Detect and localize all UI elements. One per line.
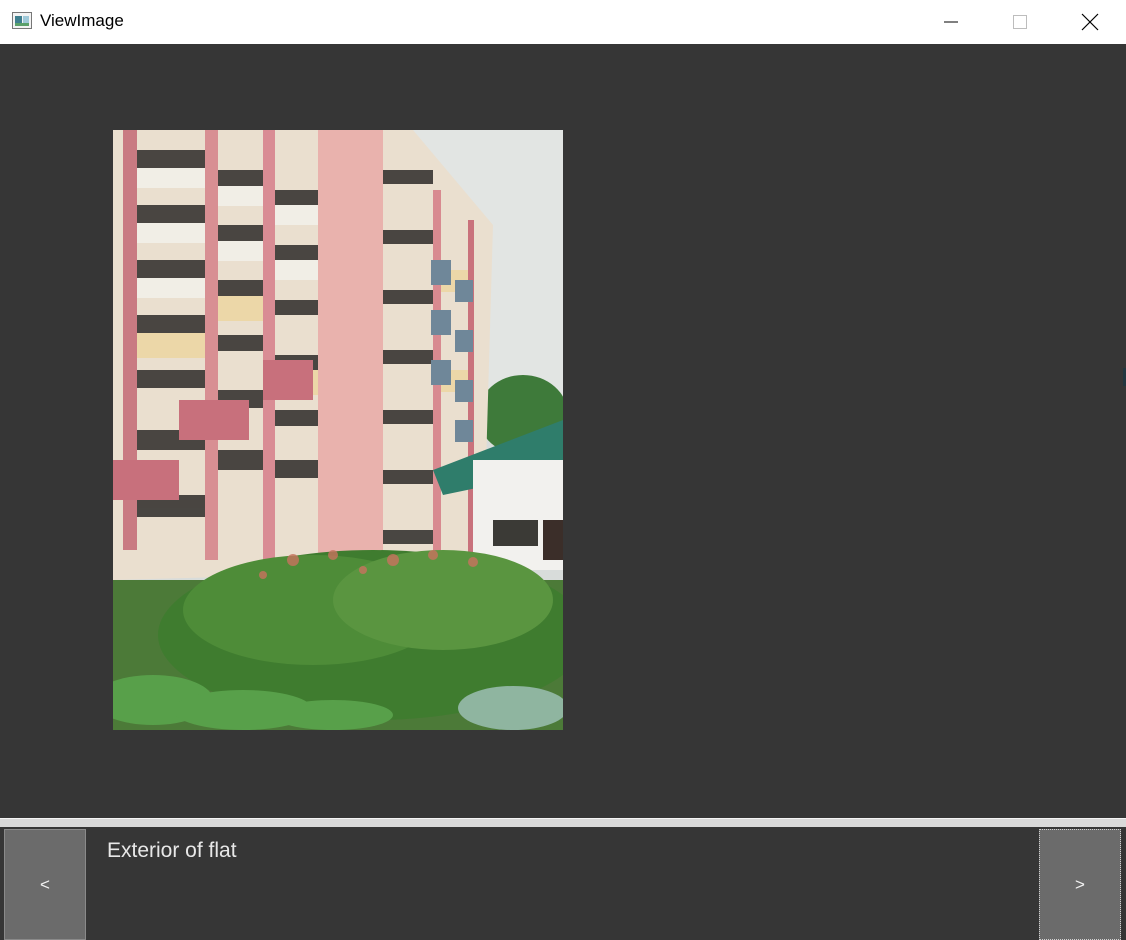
caption-text: Exterior of flat (107, 839, 237, 862)
displayed-photo (113, 130, 563, 730)
next-button[interactable]: > (1039, 829, 1121, 940)
minimize-icon (944, 21, 958, 23)
window-title: ViewImage (40, 11, 124, 30)
title-bar: ViewImage (0, 0, 1126, 44)
close-button[interactable] (1060, 0, 1120, 44)
image-viewport (0, 44, 1126, 818)
minimize-button[interactable] (921, 0, 981, 44)
building-photo-illustration (113, 130, 563, 730)
close-icon (1081, 13, 1099, 31)
app-image-icon (12, 12, 32, 29)
previous-button[interactable]: < (4, 829, 86, 940)
maximize-icon (1013, 15, 1027, 29)
caption-panel: Exterior of flat (88, 827, 1038, 940)
maximize-button[interactable] (990, 0, 1050, 44)
splitter[interactable] (0, 818, 1126, 827)
